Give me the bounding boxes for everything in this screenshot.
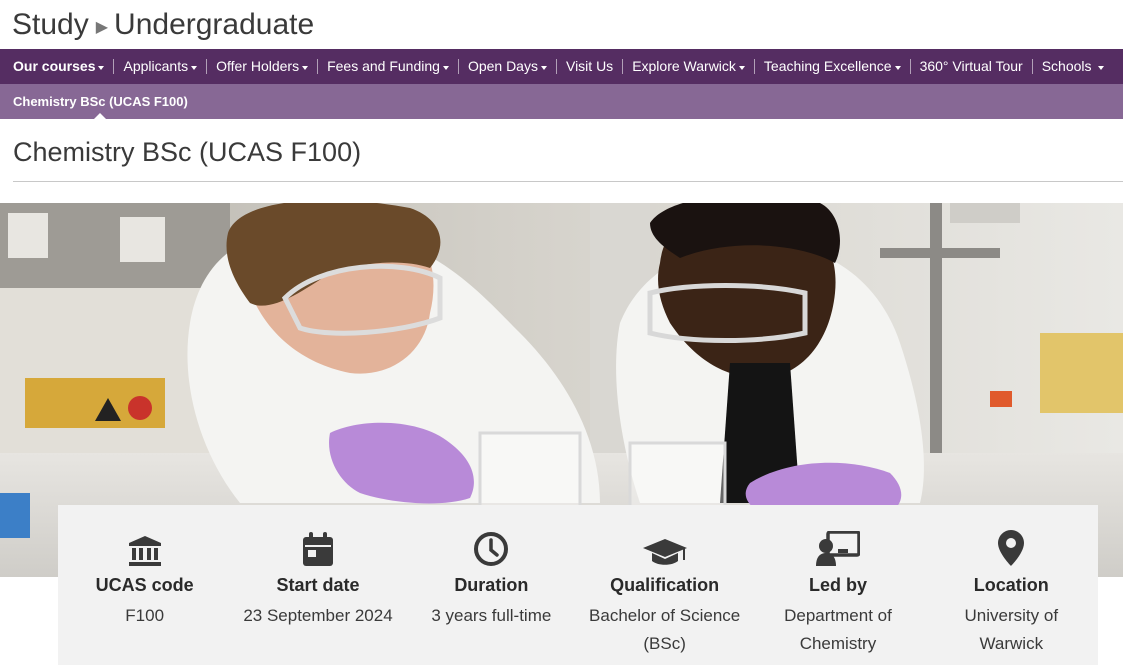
nav-item-label: Fees and Funding: [327, 58, 440, 74]
header-section-link[interactable]: Study: [12, 8, 89, 42]
title-divider: [13, 181, 1123, 182]
caret-down-icon: [442, 65, 449, 70]
nav-item-teaching-excellence[interactable]: Teaching Excellence: [753, 58, 910, 74]
nav-item-offer-holders[interactable]: Offer Holders: [206, 59, 317, 74]
caret-down-icon: [1097, 65, 1104, 70]
info-label: Start date: [276, 575, 360, 595]
nav-item-schools[interactable]: Schools: [1031, 58, 1113, 74]
nav-item-label: 360° Virtual Tour: [919, 58, 1023, 74]
presenter-icon: [815, 531, 860, 567]
nav-item-explore-warwick[interactable]: Explore Warwick: [622, 59, 754, 74]
caret-down-icon: [191, 65, 198, 70]
nav-item-fees-and-funding[interactable]: Fees and Funding: [317, 59, 458, 74]
info-label: Location: [973, 575, 1049, 595]
subnav-pointer-icon: [94, 113, 106, 119]
subnav-current-page[interactable]: Chemistry BSc (UCAS F100): [13, 94, 188, 109]
info-value: University of Warwick: [964, 606, 1059, 653]
info-label: Qualification: [610, 575, 720, 595]
nav-item-label: Offer Holders: [216, 58, 300, 74]
bank-icon: [128, 531, 162, 567]
nav-item-virtual-tour[interactable]: 360° Virtual Tour: [909, 58, 1032, 74]
graduation-cap-icon: [642, 531, 688, 567]
nav-item-label: Open Days: [467, 58, 538, 74]
sub-nav: Chemistry BSc (UCAS F100): [0, 84, 1123, 119]
nav-item-label: Applicants: [123, 58, 189, 74]
info-start-date: Start date 23 September 2024: [231, 531, 404, 665]
info-duration: Duration 3 years full-time: [405, 531, 578, 665]
info-qualification: Qualification Bachelor of Science (BSc): [578, 531, 751, 665]
site-header: Study ▶ Undergraduate: [0, 0, 1123, 49]
nav-item-label: Teaching Excellence: [763, 58, 892, 74]
info-led-by: Led by Department of Chemistry: [751, 531, 924, 665]
breadcrumb-arrow-icon: ▶: [95, 18, 109, 36]
info-label: Duration: [454, 575, 529, 595]
nav-item-label: Schools: [1041, 58, 1092, 74]
caret-down-icon: [540, 65, 547, 70]
clock-icon: [473, 531, 509, 567]
nav-item-label: Our courses: [13, 58, 96, 74]
caret-down-icon: [894, 65, 901, 70]
nav-item-applicants[interactable]: Applicants: [113, 59, 206, 74]
info-label: UCAS code: [95, 575, 194, 595]
course-key-info: UCAS code F100 Start date 23 September 2…: [58, 505, 1098, 665]
calendar-icon: [302, 531, 334, 567]
page-title: Chemistry BSc (UCAS F100): [13, 137, 362, 167]
info-ucas-code: UCAS code F100: [58, 531, 231, 665]
info-value: Bachelor of Science (BSc): [589, 606, 741, 653]
main-nav: Our courses Applicants Offer Holders Fee…: [0, 49, 1123, 84]
nav-item-label: Visit Us: [565, 58, 614, 74]
nav-item-visit-us[interactable]: Visit Us: [555, 58, 622, 74]
nav-item-open-days[interactable]: Open Days: [457, 58, 556, 74]
info-value: 3 years full-time: [431, 606, 552, 625]
info-value: 23 September 2024: [243, 606, 393, 625]
info-value: F100: [125, 606, 165, 625]
location-pin-icon: [997, 530, 1025, 567]
nav-item-our-courses[interactable]: Our courses: [13, 59, 113, 74]
info-value: Department of Chemistry: [784, 606, 892, 653]
info-label: Led by: [808, 575, 867, 595]
caret-down-icon: [738, 65, 745, 70]
info-location: Location University of Warwick: [925, 530, 1098, 665]
header-subsection-link[interactable]: Undergraduate: [114, 8, 314, 42]
nav-item-label: Explore Warwick: [632, 58, 736, 74]
caret-down-icon: [98, 65, 105, 70]
caret-down-icon: [302, 65, 309, 70]
